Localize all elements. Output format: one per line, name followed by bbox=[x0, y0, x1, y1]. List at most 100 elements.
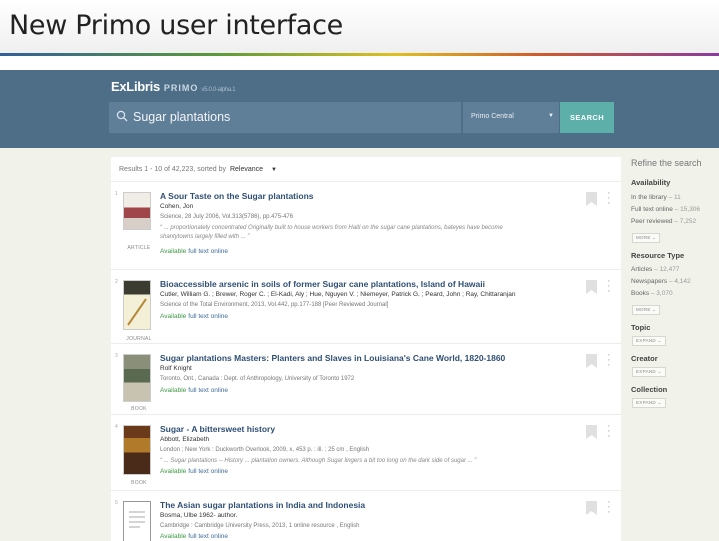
facet-option-label: Full text online bbox=[631, 206, 673, 213]
facet-option[interactable]: Books – 3,070 bbox=[631, 290, 673, 297]
bookmark-icon[interactable] bbox=[586, 192, 597, 206]
result-source: Cambridge : Cambridge University Press, … bbox=[160, 523, 360, 529]
available-label: Available bbox=[160, 387, 187, 394]
result-author: Cohen, Jon bbox=[160, 203, 194, 210]
availability-status[interactable]: Available full text online bbox=[160, 248, 228, 255]
facet-option-label: In the library bbox=[631, 194, 667, 201]
result-thumbnail[interactable] bbox=[123, 501, 151, 541]
resource-type-label: BOOK bbox=[131, 480, 147, 486]
scope-label: Primo Central bbox=[471, 113, 514, 120]
result-thumbnail[interactable] bbox=[123, 280, 151, 330]
sort-select[interactable]: Relevance bbox=[230, 166, 263, 173]
refine-title: Refine the search bbox=[631, 158, 702, 168]
more-options-icon[interactable]: · · · bbox=[607, 350, 611, 371]
result-author: Bosma, Ulbe 1962- author. bbox=[160, 512, 238, 519]
bookmark-icon[interactable] bbox=[586, 425, 597, 439]
more-options-icon[interactable]: · · · bbox=[607, 188, 611, 209]
result-item[interactable]: 4 BOOK Sugar - A bittersweet history Abb… bbox=[111, 414, 621, 490]
search-icon bbox=[116, 110, 128, 122]
facet-option[interactable]: Newspapers – 4,142 bbox=[631, 278, 691, 285]
more-options-icon[interactable]: · · · bbox=[607, 497, 611, 518]
title-divider bbox=[0, 53, 719, 56]
more-options-icon[interactable]: · · · bbox=[607, 276, 611, 297]
result-source: Science of the Total Environment, 2013, … bbox=[160, 302, 389, 308]
results-list: Results 1 - 10 of 42,223, sorted by Rele… bbox=[111, 157, 621, 541]
result-snippet: “ ... proportionately concentrated Origi… bbox=[160, 225, 503, 240]
resource-type-label: JOURNAL bbox=[126, 336, 152, 342]
result-source: Science, 28 July 2006, Vol.313(5786), pp… bbox=[160, 214, 294, 220]
available-label: Available bbox=[160, 468, 187, 475]
generic-book-icon bbox=[129, 511, 145, 528]
search-input[interactable]: Sugar plantations bbox=[109, 102, 461, 133]
bookmark-icon[interactable] bbox=[586, 501, 597, 515]
results-count: Results 1 - 10 of 42,223, sorted by bbox=[119, 166, 227, 173]
result-title-link[interactable]: The Asian sugar plantations in India and… bbox=[160, 500, 365, 510]
facet-option[interactable]: Full text online – 15,306 bbox=[631, 206, 700, 213]
facet-heading-availability: Availability bbox=[631, 178, 671, 187]
facet-option[interactable]: Peer reviewed – 7,252 bbox=[631, 218, 696, 225]
facet-option-label: Articles bbox=[631, 266, 653, 273]
result-title-link[interactable]: Sugar plantations Masters: Planters and … bbox=[160, 353, 505, 363]
result-title-link[interactable]: Bioaccessible arsenic in soils of former… bbox=[160, 279, 485, 289]
availability-status[interactable]: Available full text online bbox=[160, 387, 228, 394]
available-label: Available bbox=[160, 313, 187, 320]
result-number: 1 bbox=[115, 191, 118, 197]
fulltext-link[interactable]: full text online bbox=[188, 533, 228, 540]
logo-text: ExLibris bbox=[111, 79, 160, 94]
fulltext-link[interactable]: full text online bbox=[188, 387, 228, 394]
result-snippet: “ ... Sugar plantations -- History ... p… bbox=[160, 458, 477, 464]
result-title-link[interactable]: A Sour Taste on the Sugar plantations bbox=[160, 191, 314, 201]
facet-option[interactable]: In the library – 11 bbox=[631, 194, 681, 201]
result-item[interactable]: 1 ARTICLE A Sour Taste on the Sugar plan… bbox=[111, 181, 621, 269]
result-number: 3 bbox=[115, 353, 118, 359]
facet-option-label: Newspapers bbox=[631, 278, 668, 285]
facet-heading-collection: Collection bbox=[631, 385, 668, 394]
fulltext-link[interactable]: full text online bbox=[188, 468, 228, 475]
more-options-icon[interactable]: · · · bbox=[607, 421, 611, 442]
result-source: London ; New York : Duckworth Overlook, … bbox=[160, 447, 370, 453]
facet-count: – 4,142 bbox=[668, 278, 691, 285]
facet-heading-resource-type: Resource Type bbox=[631, 251, 685, 260]
available-label: Available bbox=[160, 533, 187, 540]
dropdown-caret-icon: ▼ bbox=[548, 113, 554, 119]
bookmark-icon[interactable] bbox=[586, 354, 597, 368]
result-thumbnail[interactable] bbox=[123, 354, 151, 402]
facet-expand-button[interactable]: EXPAND ⌄ bbox=[632, 398, 666, 408]
facet-count: – 3,070 bbox=[650, 290, 673, 297]
search-query: Sugar plantations bbox=[133, 110, 231, 124]
result-number: 4 bbox=[115, 424, 118, 430]
result-title-link[interactable]: Sugar - A bittersweet history bbox=[160, 424, 275, 434]
fulltext-link[interactable]: full text online bbox=[188, 248, 228, 255]
exlibris-logo[interactable]: ExLibris PRIMO v5.0.0-alpha.1 bbox=[111, 79, 236, 94]
search-button[interactable]: SEARCH bbox=[560, 102, 614, 133]
bookmark-icon[interactable] bbox=[586, 280, 597, 294]
result-item[interactable]: 3 BOOK Sugar plantations Masters: Plante… bbox=[111, 343, 621, 414]
availability-status[interactable]: Available full text online bbox=[160, 468, 228, 475]
fulltext-link[interactable]: full text online bbox=[188, 313, 228, 320]
slide-title: New Primo user interface bbox=[9, 10, 343, 41]
facet-option[interactable]: Articles – 12,477 bbox=[631, 266, 679, 273]
availability-status[interactable]: Available full text online bbox=[160, 533, 228, 540]
facet-heading-creator: Creator bbox=[631, 354, 658, 363]
result-item[interactable]: 5 The Asian sugar plantations in India a… bbox=[111, 490, 621, 541]
results-summary: Results 1 - 10 of 42,223, sorted by Rele… bbox=[119, 166, 277, 173]
result-source: Toronto, Ont., Canada : Dept. of Anthrop… bbox=[160, 376, 355, 382]
dropdown-caret-icon[interactable]: ▼ bbox=[271, 167, 277, 173]
result-item[interactable]: 2 JOURNAL Bioaccessible arsenic in soils… bbox=[111, 269, 621, 343]
facet-count: – 7,252 bbox=[674, 218, 697, 225]
result-author: Rolf Knight bbox=[160, 365, 192, 372]
slide-title-bar: New Primo user interface bbox=[0, 0, 719, 54]
availability-status[interactable]: Available full text online bbox=[160, 313, 228, 320]
facet-expand-button[interactable]: EXPAND ⌄ bbox=[632, 367, 666, 377]
facet-expand-button[interactable]: EXPAND ⌄ bbox=[632, 336, 666, 346]
search-scope-dropdown[interactable]: Primo Central ▼ bbox=[463, 102, 559, 133]
result-number: 2 bbox=[115, 279, 118, 285]
facet-more-button[interactable]: MORE ⌄ bbox=[632, 305, 661, 315]
result-thumbnail[interactable] bbox=[123, 425, 151, 475]
result-thumbnail[interactable] bbox=[123, 192, 151, 230]
facet-count: – 11 bbox=[668, 194, 681, 201]
available-label: Available bbox=[160, 248, 187, 255]
facet-option-label: Peer reviewed bbox=[631, 218, 673, 225]
facet-more-button[interactable]: MORE ⌄ bbox=[632, 233, 661, 243]
result-number: 5 bbox=[115, 500, 118, 506]
